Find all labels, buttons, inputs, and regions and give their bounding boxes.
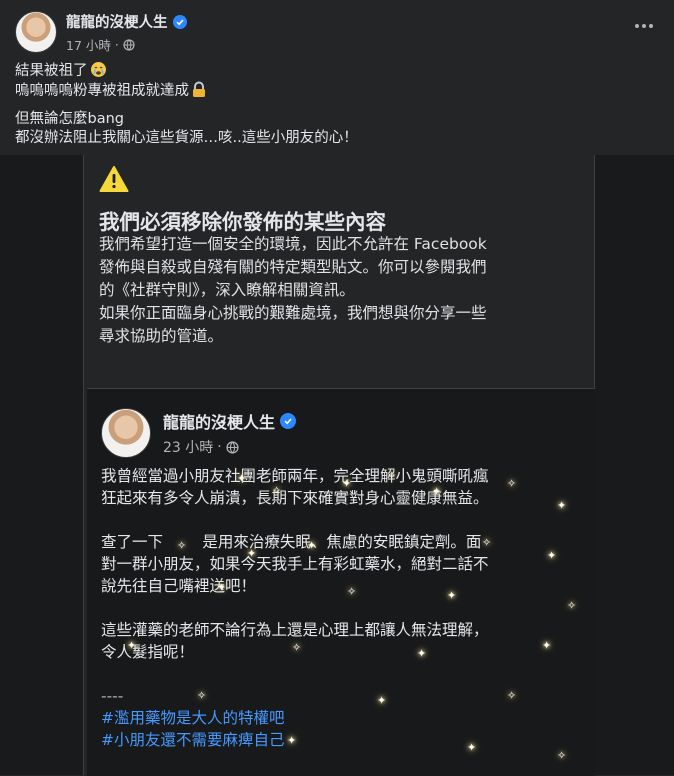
body-line: 我曾經當過小朋友社團老師兩年，完全理解小鬼頭嘶吼瘋 [101, 467, 489, 485]
original-meta: 23 小時 · [163, 437, 296, 457]
body-line: 查了一下 是用來治療失眠、焦慮的安眠鎮定劑。面 [101, 533, 482, 551]
hashtag-link[interactable]: #濫用藥物是大人的特權吧 [101, 707, 585, 729]
verified-badge-icon [280, 413, 297, 429]
caption-line-3: 但無論怎麼bang [15, 111, 124, 127]
notice-line: 發佈與自殺或自殘有關的特定類型貼文。你可以參閱我們 [99, 258, 487, 276]
meta-separator: · [217, 439, 222, 455]
notice-body: 我們希望打造一個安全的環境，因此不允許在 Facebook 發佈與自殺或自殘有關… [99, 233, 584, 348]
post-header: 龍龍的沒梗人生 17 小時 · [15, 11, 187, 54]
notice-line: 尋求協助的管道。 [99, 327, 224, 345]
page-avatar[interactable] [15, 11, 57, 53]
body-line: 狂起來有多令人崩潰，長期下來確實對身心靈健康無益。 [101, 489, 489, 507]
author-row: 龍龍的沒梗人生 [66, 11, 187, 32]
original-avatar [101, 408, 151, 458]
removed-original-post: 龍龍的沒梗人生 23 小時 · 我曾經當過小朋友社團老師兩年，完全理解小鬼頭嘶吼… [87, 388, 595, 776]
notice-title: 我們必須移除你發佈的某些內容 [99, 210, 386, 234]
original-page-name: 龍龍的沒梗人生 [163, 413, 276, 432]
content-removed-notice: 我們必須移除你發佈的某些內容 我們希望打造一個安全的環境，因此不允許在 Face… [83, 155, 595, 776]
original-author-row: 龍龍的沒梗人生 [163, 409, 297, 433]
verified-badge-icon [172, 14, 187, 29]
original-header-text: 龍龍的沒梗人生 23 小時 · [163, 409, 297, 457]
shared-media: 我們必須移除你發佈的某些內容 我們希望打造一個安全的環境，因此不允許在 Face… [0, 155, 674, 776]
body-line: 令人髮指呢！ [101, 643, 195, 661]
notice-line: 如果你正面臨身心挑戰的艱難處境，我們想與你分享一些 [99, 304, 487, 322]
warning-icon [99, 166, 129, 192]
post-header-text: 龍龍的沒梗人生 17 小時 · [66, 11, 187, 54]
globe-icon [226, 440, 239, 454]
original-post-body: 我曾經當過小朋友社團老師兩年，完全理解小鬼頭嘶吼瘋 狂起來有多令人崩潰，長期下來… [101, 465, 585, 751]
post-meta: 17 小時 · [66, 35, 187, 54]
meta-separator: · [114, 37, 119, 52]
post-timestamp[interactable]: 17 小時 [66, 35, 111, 54]
padlock-emoji [193, 81, 205, 97]
notice-line: 我們希望打造一個安全的環境，因此不允許在 Facebook [99, 235, 487, 253]
post-caption: 結果被祖了 嗚嗚嗚嗚粉專被祖成就達成 但無論怎麼bang 都沒辦法阻止我關心這些… [15, 61, 358, 148]
crying-face-emoji [90, 62, 106, 77]
caption-line-1: 結果被祖了 [15, 61, 358, 81]
more-options-icon[interactable] [632, 16, 656, 36]
original-timestamp: 23 小時 [163, 440, 214, 456]
caption-line-2: 嗚嗚嗚嗚粉專被祖成就達成 [15, 81, 358, 101]
body-line: 對一群小朋友，如果今天我手上有彩虹藥水，絕對二話不 [101, 555, 489, 573]
notice-line: 的《社群守則》，深入瞭解相關資訊。 [99, 281, 355, 299]
page-name[interactable]: 龍龍的沒梗人生 [66, 11, 168, 32]
original-post-header: 龍龍的沒梗人生 23 小時 · [101, 408, 297, 458]
body-line: 說先往自己嘴裡送吧！ [101, 577, 257, 595]
caption-line-4: 都沒辦法阻止我關心這些貨源…咳..這些小朋友的心！ [15, 130, 358, 146]
divider-text: ---- [101, 687, 124, 705]
body-line: 這些灌藥的老師不論行為上還是心理上都讓人無法理解， [101, 621, 489, 639]
hashtag-link[interactable]: #小朋友還不需要麻痺自己 [101, 729, 585, 751]
globe-icon[interactable] [123, 38, 135, 51]
